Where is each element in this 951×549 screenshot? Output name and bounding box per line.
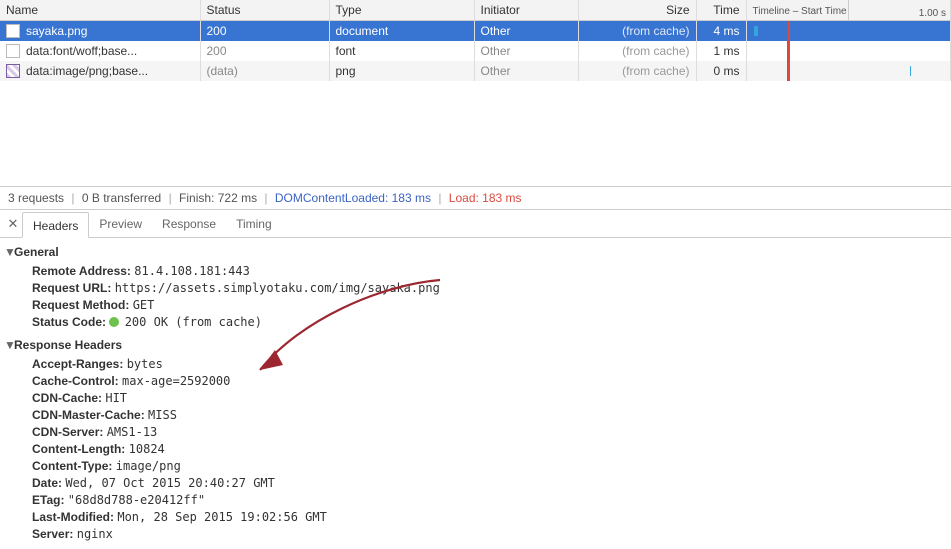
file-icon <box>6 64 20 78</box>
table-header-row: Name Status Type Initiator Size Time Tim… <box>0 0 951 21</box>
row-status: 200 <box>207 24 227 38</box>
row-type: document <box>336 24 389 38</box>
row-initiator: Other <box>481 64 511 78</box>
timeline-end: 1.00 s <box>919 4 946 21</box>
status-load: Load: 183 ms <box>449 191 522 205</box>
network-table: Name Status Type Initiator Size Time Tim… <box>0 0 951 187</box>
kv-status-code: Status Code: 200 OK (from cache) <box>32 314 951 331</box>
kv-request-method: Request Method: GET <box>32 297 951 314</box>
kv-response-header: Cache-Control: max-age=2592000 <box>32 373 951 390</box>
tab-response[interactable]: Response <box>152 211 226 237</box>
row-size: (from cache) <box>622 44 689 58</box>
kv-response-header: Content-Length: 10824 <box>32 441 951 458</box>
row-initiator: Other <box>481 44 511 58</box>
table-row[interactable]: data:font/woff;base... 200 font Other (from … <box>0 41 951 61</box>
kv-response-header: Accept-Ranges: bytes <box>32 356 951 373</box>
status-transferred: 0 B transferred <box>82 191 161 205</box>
col-header-size[interactable]: Size <box>578 0 696 21</box>
row-name: data:image/png;base... <box>26 64 148 78</box>
status-requests: 3 requests <box>8 191 64 205</box>
kv-response-header: Content-Type: image/png <box>32 458 951 475</box>
row-status: (data) <box>207 64 238 78</box>
row-size: (from cache) <box>622 64 689 78</box>
table-row[interactable]: sayaka.png 200 document Other (from cache) 4 … <box>0 21 951 42</box>
status-bar: 3 requests | 0 B transferred | Finish: 7… <box>0 187 951 210</box>
col-header-initiator[interactable]: Initiator <box>474 0 578 21</box>
kv-response-header: Date: Wed, 07 Oct 2015 20:40:27 GMT <box>32 475 951 492</box>
kv-response-header: CDN-Cache: HIT <box>32 390 951 407</box>
row-timeline <box>753 61 945 81</box>
timeline-title: Timeline – Start Time <box>753 2 847 21</box>
row-timeline <box>753 41 945 61</box>
kv-response-header: CDN-Master-Cache: MISS <box>32 407 951 424</box>
col-header-status[interactable]: Status <box>200 0 329 21</box>
detail-tabs: ✕ HeadersPreviewResponseTiming <box>0 210 951 238</box>
status-domcontentloaded: DOMContentLoaded: 183 ms <box>275 191 431 205</box>
close-icon[interactable]: ✕ <box>4 216 22 232</box>
disclosure-triangle-icon: ▼ <box>4 337 14 354</box>
disclosure-triangle-icon: ▼ <box>4 244 14 261</box>
kv-response-header: ETag: "68d8d788-e20412ff" <box>32 492 951 509</box>
row-name: data:font/woff;base... <box>26 44 137 58</box>
kv-response-header: Server: nginx <box>32 526 951 543</box>
col-header-time[interactable]: Time <box>696 0 746 21</box>
row-time: 1 ms <box>713 44 739 58</box>
tab-preview[interactable]: Preview <box>89 211 152 237</box>
kv-remote-address: Remote Address: 81.4.108.181:443 <box>32 263 951 280</box>
row-time: 0 ms <box>713 64 739 78</box>
status-finish: Finish: 722 ms <box>179 191 257 205</box>
file-icon <box>6 24 20 38</box>
col-header-name[interactable]: Name <box>0 0 200 21</box>
row-type: png <box>336 64 356 78</box>
section-general[interactable]: ▼General <box>4 244 951 261</box>
row-type: font <box>336 44 356 58</box>
col-header-type[interactable]: Type <box>329 0 474 21</box>
section-response-headers[interactable]: ▼Response Headers <box>4 337 951 354</box>
kv-response-header: Last-Modified: Mon, 28 Sep 2015 19:02:56… <box>32 509 951 526</box>
row-initiator: Other <box>481 24 511 38</box>
tab-headers[interactable]: Headers <box>22 212 89 238</box>
detail-body: ▼General Remote Address: 81.4.108.181:44… <box>0 238 951 543</box>
row-time: 4 ms <box>713 24 739 38</box>
kv-response-header: CDN-Server: AMS1-13 <box>32 424 951 441</box>
col-header-timeline[interactable]: Timeline – Start Time 1.00 s <box>746 0 951 21</box>
tab-timing[interactable]: Timing <box>226 211 282 237</box>
row-name: sayaka.png <box>26 24 87 38</box>
table-row[interactable]: data:image/png;base... (data) png Other (fro… <box>0 61 951 81</box>
status-dot-icon <box>109 317 119 327</box>
file-icon <box>6 44 20 58</box>
row-timeline <box>753 21 945 41</box>
row-size: (from cache) <box>622 24 689 38</box>
kv-request-url: Request URL: https://assets.simplyotaku.… <box>32 280 951 297</box>
row-status: 200 <box>207 44 227 58</box>
